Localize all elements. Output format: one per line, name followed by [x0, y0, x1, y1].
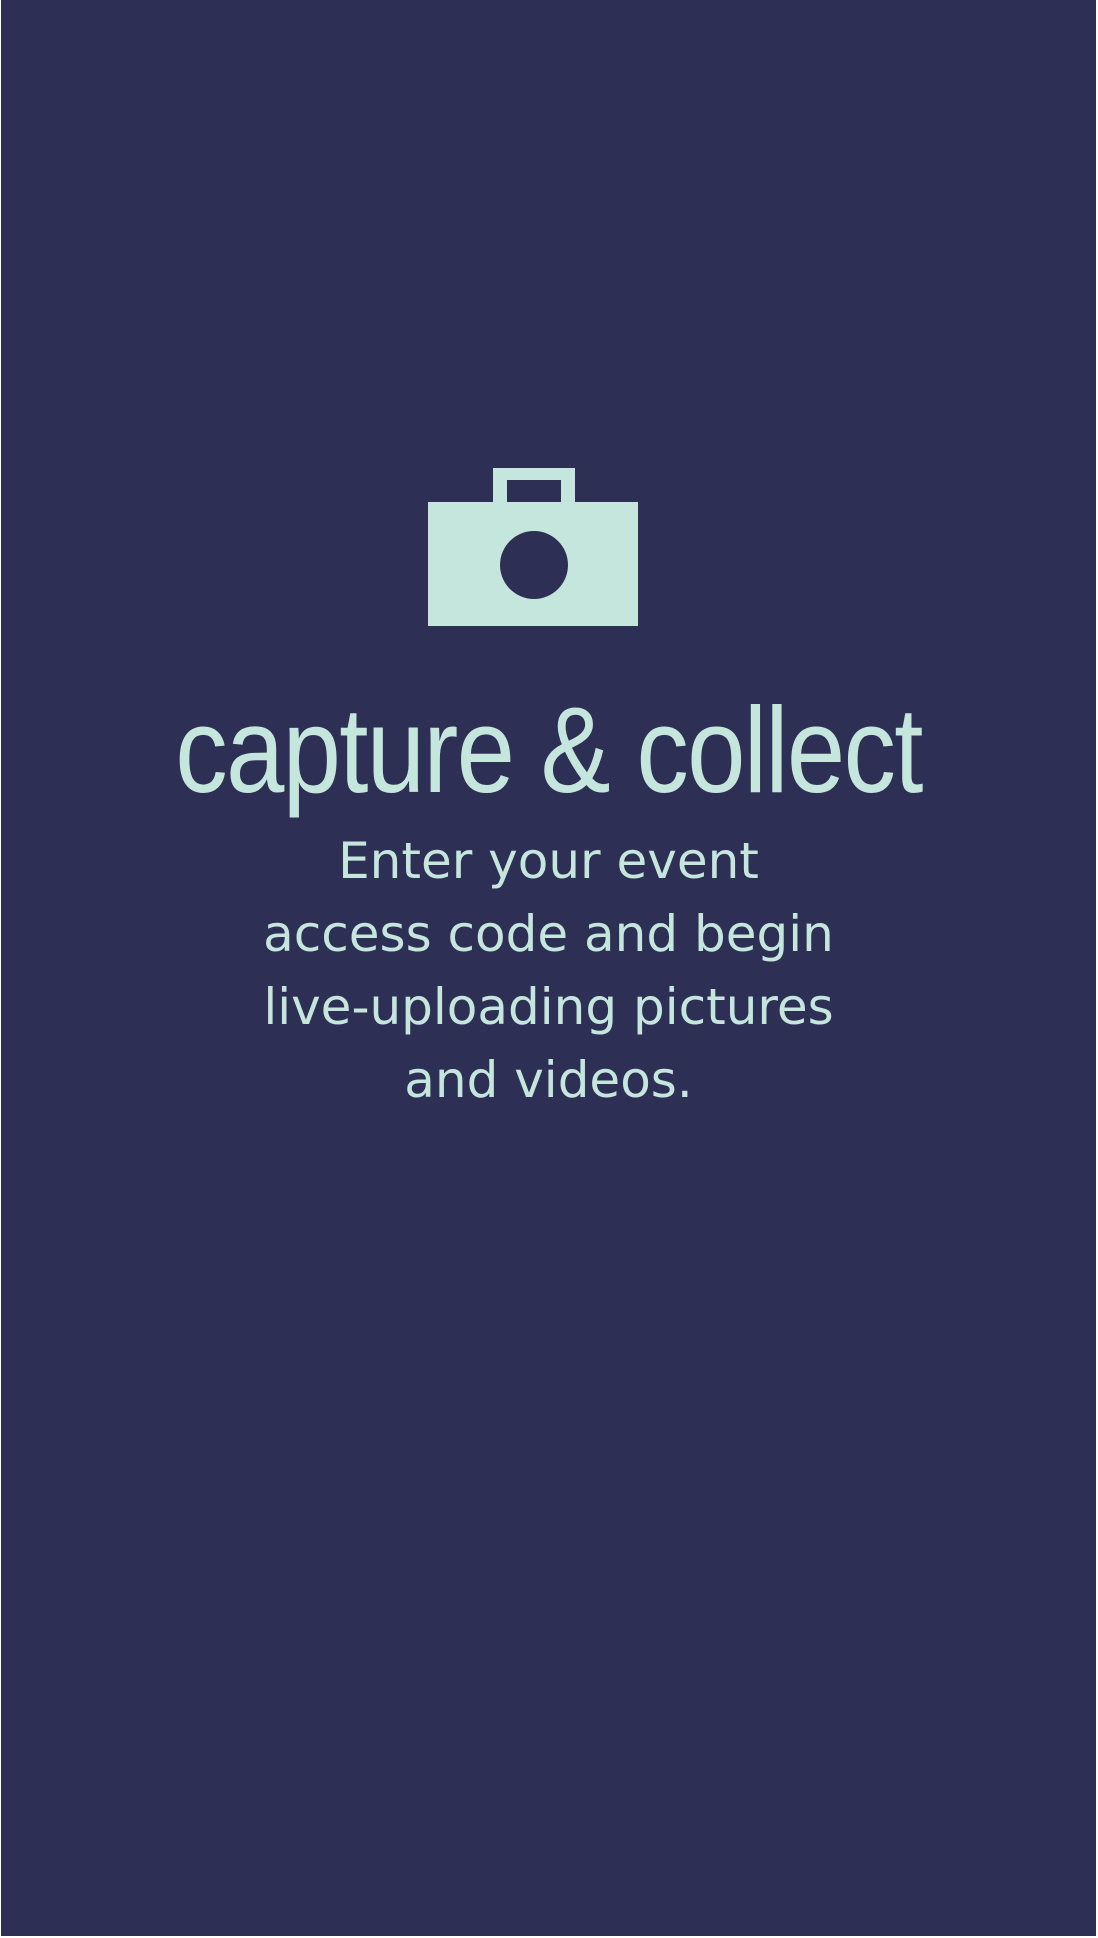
- description-line: access code and begin: [263, 905, 834, 963]
- description: Enter your event access code and begin l…: [1, 825, 1096, 1117]
- onboarding-screen: capture & collect Enter your event acces…: [1, 0, 1096, 1936]
- headline: capture & collect: [175, 682, 923, 818]
- camera-icon: [428, 468, 638, 626]
- description-line: Enter your event: [338, 832, 759, 890]
- description-line: and videos.: [404, 1051, 693, 1109]
- description-line: live-uploading pictures: [263, 978, 834, 1036]
